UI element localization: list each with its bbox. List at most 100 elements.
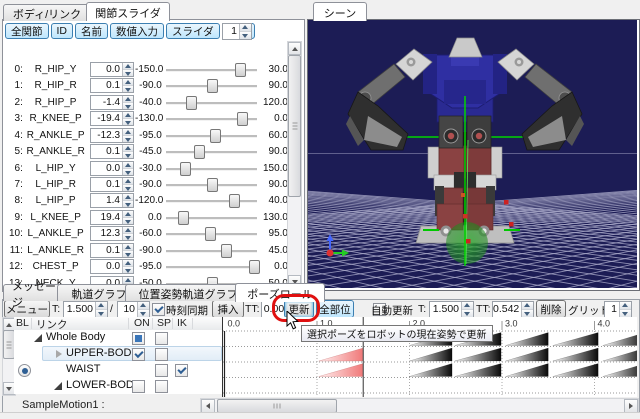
joint-value-spinbox[interactable]: 19.4 — [90, 210, 134, 225]
sp-checkbox[interactable] — [155, 364, 168, 377]
scroll-up-button[interactable] — [288, 42, 301, 55]
keyframe[interactable] — [506, 348, 549, 361]
keyframe[interactable] — [553, 364, 598, 377]
joint-value-spin-buttons[interactable] — [122, 178, 133, 191]
sp-checkbox[interactable] — [155, 380, 168, 393]
joint-slider[interactable] — [165, 128, 258, 143]
sp-checkbox[interactable] — [155, 348, 168, 361]
joint-list-scrollbar[interactable] — [287, 41, 302, 289]
expander-open-icon[interactable] — [54, 382, 62, 390]
tree-row-waist[interactable]: WAIST — [14, 362, 223, 378]
tab-scene[interactable]: シーン — [313, 2, 367, 21]
joint-slider[interactable] — [165, 243, 258, 258]
on-checkbox[interactable] — [132, 380, 145, 393]
columns-spinbox[interactable]: 1 — [222, 23, 252, 40]
slider-thumb[interactable] — [207, 178, 218, 192]
time-spinbox[interactable]: 1.500 — [63, 301, 108, 318]
joint-value-spin-buttons[interactable] — [122, 79, 133, 92]
slider-thumb[interactable] — [186, 96, 197, 110]
joint-toolbar-button-1[interactable]: ID — [51, 23, 74, 39]
slider-thumb[interactable] — [210, 129, 221, 143]
scroll-right-button[interactable] — [624, 399, 638, 413]
slider-thumb[interactable] — [207, 79, 218, 93]
joint-toolbar-button-2[interactable]: 名前 — [75, 23, 108, 39]
slider-thumb[interactable] — [180, 162, 191, 176]
joint-toolbar-button-0[interactable]: 全関節 — [5, 23, 49, 39]
time-sync-checkbox[interactable] — [152, 303, 165, 316]
joint-value-spin-buttons[interactable] — [122, 260, 133, 273]
joint-value-spin-buttons[interactable] — [122, 244, 133, 257]
keyframe-selected[interactable] — [319, 364, 363, 377]
joint-slider[interactable] — [165, 78, 258, 93]
joint-slider[interactable] — [165, 144, 258, 159]
on-checkbox[interactable] — [132, 332, 145, 345]
columns-spin-buttons[interactable] — [239, 24, 251, 39]
joint-value-spin-buttons[interactable] — [122, 112, 133, 125]
slider-thumb[interactable] — [178, 211, 189, 225]
sp-checkbox[interactable] — [155, 332, 168, 345]
joint-value-spinbox[interactable]: 0.0 — [90, 161, 134, 176]
joint-value-spin-buttons[interactable] — [122, 211, 133, 224]
joint-value-spinbox[interactable]: 12.3 — [90, 226, 134, 241]
joint-value-spin-buttons[interactable] — [122, 194, 133, 207]
keyframe[interactable] — [553, 333, 598, 346]
joint-slider[interactable] — [165, 177, 258, 192]
time2-spinbox[interactable]: 1.500 — [429, 301, 474, 318]
keyframe[interactable] — [455, 348, 501, 361]
tab-joint-slider[interactable]: 関節スライダ — [86, 2, 170, 21]
joint-value-spinbox[interactable]: 0.0 — [90, 62, 134, 77]
hscrollbar-thumb[interactable] — [217, 399, 337, 413]
keyframe[interactable] — [506, 333, 549, 346]
slider-thumb[interactable] — [235, 63, 246, 77]
keyframe-selected[interactable] — [319, 348, 363, 361]
tree-row-lower-body[interactable]: LOWER-BODY — [14, 378, 223, 394]
scene-3d-viewport[interactable] — [308, 20, 637, 288]
slider-thumb[interactable] — [249, 260, 260, 274]
keyframe[interactable] — [506, 364, 549, 377]
expander-open-icon[interactable] — [34, 334, 42, 342]
joint-value-spin-buttons[interactable] — [122, 162, 133, 175]
all-parts-toggle[interactable]: 全部位 — [316, 300, 354, 318]
keyframe[interactable] — [410, 348, 453, 361]
tree-row-whole-body[interactable]: Whole Body — [14, 330, 223, 346]
joint-slider[interactable] — [165, 95, 258, 110]
keyframe[interactable] — [603, 333, 637, 346]
scroll-left-button[interactable] — [201, 399, 215, 413]
keyframe[interactable] — [603, 364, 637, 377]
tab-body-link[interactable]: ボディ/リンク — [3, 4, 91, 21]
tree-row-upper-body[interactable]: UPPER-BODY — [14, 346, 223, 362]
insert-button[interactable]: 挿入 — [212, 300, 244, 318]
joint-value-spin-buttons[interactable] — [122, 145, 133, 158]
joint-value-spinbox[interactable]: -19.4 — [90, 111, 134, 126]
keyframe[interactable] — [603, 348, 637, 361]
keyframe[interactable] — [410, 364, 453, 377]
joint-value-spinbox[interactable]: 1.4 — [90, 193, 134, 208]
time-divisions-spinbox[interactable]: 10 — [117, 301, 150, 318]
joint-slider[interactable] — [165, 226, 258, 241]
joint-value-spinbox[interactable]: 0.0 — [90, 259, 134, 274]
keyframe[interactable] — [455, 364, 501, 377]
slider-thumb[interactable] — [221, 244, 232, 258]
joint-value-spin-buttons[interactable] — [122, 63, 133, 76]
joint-slider[interactable] — [165, 62, 258, 77]
joint-toolbar-button-3[interactable]: 数値入力 — [110, 23, 164, 39]
joint-value-spinbox[interactable]: -1.4 — [90, 95, 134, 110]
delete-button[interactable]: 削除 — [536, 300, 566, 318]
tab-position-posture-graph[interactable]: 位置姿勢軌道グラフ — [125, 284, 251, 301]
grid-spinbox[interactable]: 1 — [604, 301, 632, 318]
keyframe[interactable] — [553, 348, 598, 361]
transition-time2-spinbox[interactable]: 0.542 — [492, 301, 534, 318]
joint-value-spinbox[interactable]: -12.3 — [90, 128, 134, 143]
joint-slider[interactable] — [165, 193, 258, 208]
joint-value-spin-buttons[interactable] — [122, 96, 133, 109]
joint-value-spinbox[interactable]: 0.1 — [90, 243, 134, 258]
joint-value-spinbox[interactable]: 0.1 — [90, 78, 134, 93]
slider-thumb[interactable] — [237, 112, 248, 126]
ik-checkbox[interactable] — [175, 364, 188, 377]
baselink-radio[interactable] — [18, 364, 31, 377]
joint-value-spin-buttons[interactable] — [122, 227, 133, 240]
joint-slider[interactable] — [165, 111, 258, 126]
on-checkbox[interactable] — [132, 348, 145, 361]
slider-thumb[interactable] — [194, 145, 205, 159]
slider-thumb[interactable] — [205, 227, 216, 241]
